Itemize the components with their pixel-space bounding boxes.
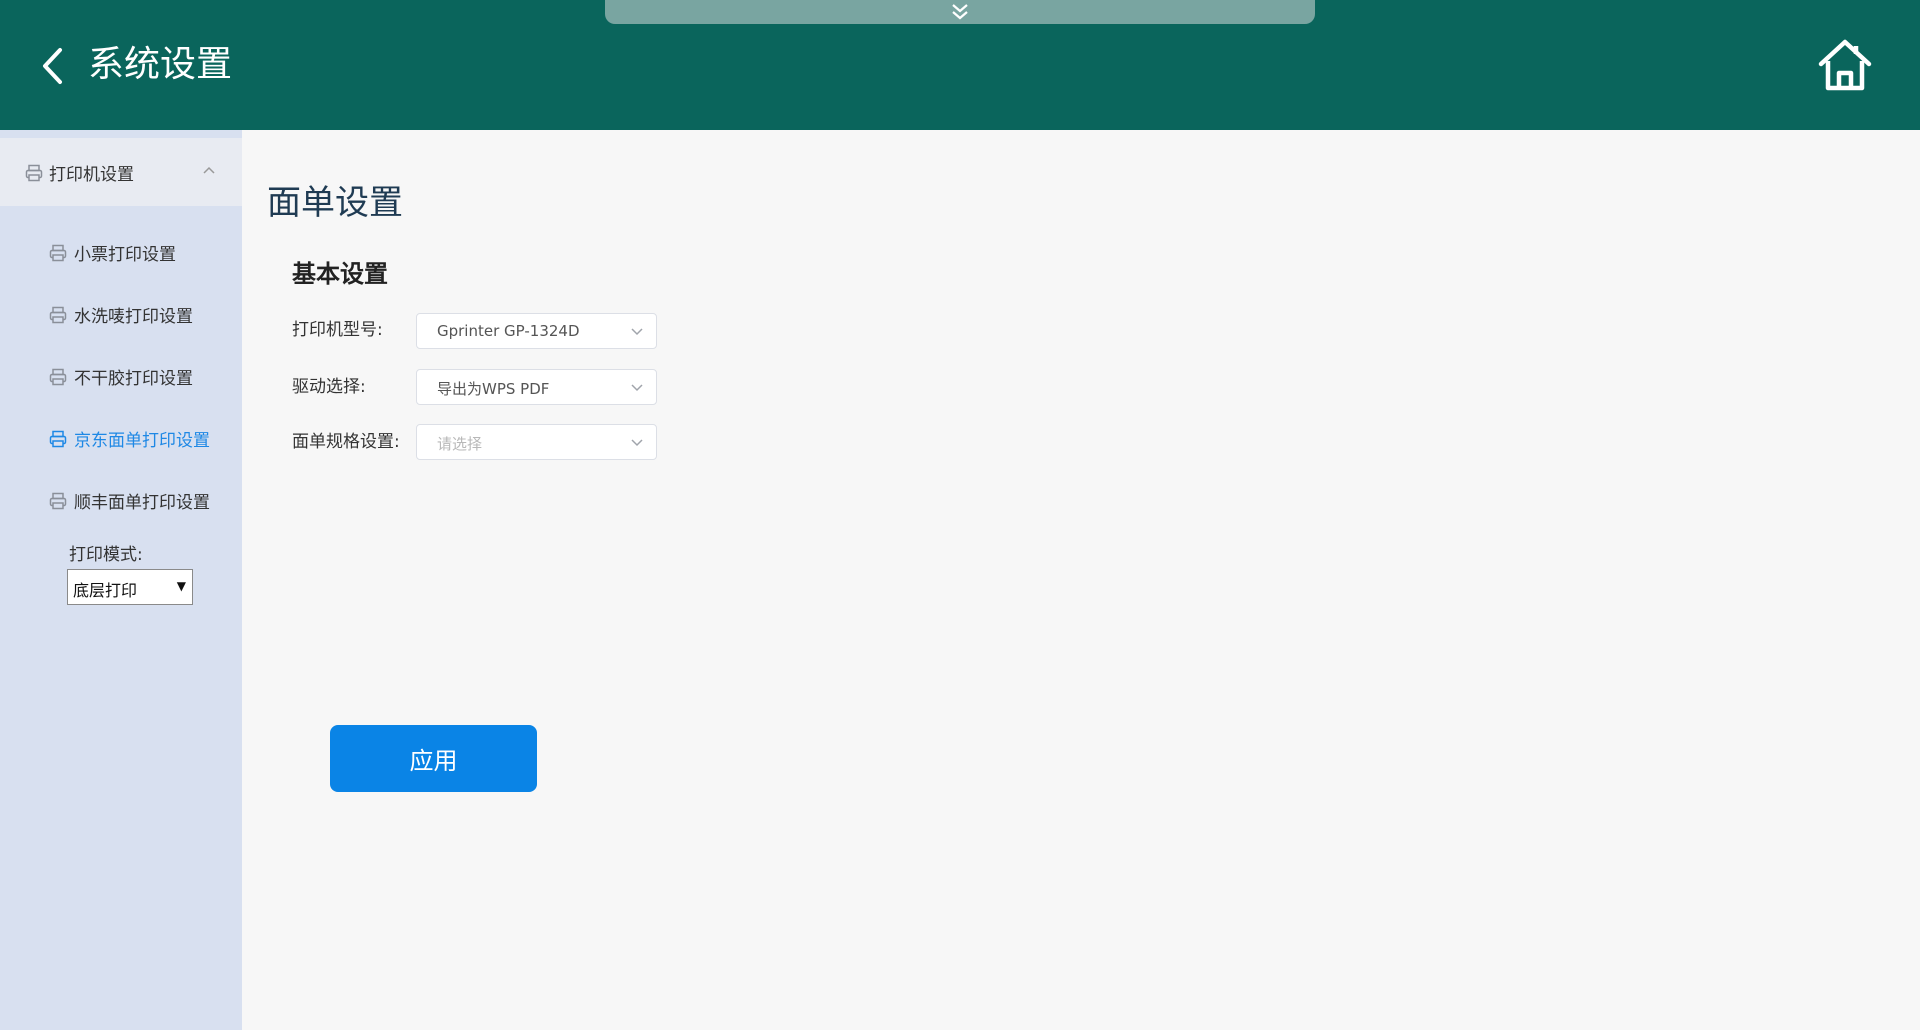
pull-down-tab[interactable] [605, 0, 1315, 24]
home-button[interactable] [1815, 36, 1875, 94]
printer-icon [49, 244, 67, 262]
sidebar-item-label: 不干胶打印设置 [74, 369, 193, 389]
print-mode-label: 打印模式: [69, 545, 143, 565]
sidebar-item-sticker-print[interactable]: 不干胶打印设置 [0, 351, 242, 401]
printer-icon [49, 368, 67, 386]
sidebar-item-wash-label-print[interactable]: 水洗唛打印设置 [0, 289, 242, 339]
chevron-down-icon [631, 328, 643, 336]
section-title: 基本设置 [292, 260, 388, 288]
printer-icon [49, 430, 67, 448]
chevron-down-icon [631, 384, 643, 392]
printer-model-label: 打印机型号: [292, 320, 383, 340]
sidebar-item-receipt-print[interactable]: 小票打印设置 [0, 227, 242, 277]
printer-icon [49, 492, 67, 510]
printer-icon [49, 306, 67, 324]
waybill-spec-placeholder: 请选择 [437, 435, 483, 453]
driver-select[interactable]: 导出为WPS PDF [416, 369, 657, 405]
waybill-spec-select[interactable]: 请选择 [416, 424, 657, 460]
home-icon [1818, 39, 1872, 91]
sidebar-group-printer-settings[interactable]: 打印机设置 [0, 138, 242, 206]
print-mode-value: 底层打印 [73, 581, 138, 600]
sidebar-item-label: 顺丰面单打印设置 [74, 493, 210, 513]
sidebar-item-label: 小票打印设置 [74, 245, 176, 265]
double-chevron-down-icon [952, 4, 968, 20]
apply-button[interactable]: 应用 [330, 725, 537, 792]
chevron-left-icon [43, 48, 62, 84]
page-title: 系统设置 [88, 44, 233, 85]
dropdown-arrow-icon: ▼ [176, 579, 186, 593]
printer-model-select[interactable]: Gprinter GP-1324D [416, 313, 657, 349]
print-mode-select[interactable]: 底层打印 ▼ [67, 569, 193, 605]
sidebar-item-jd-waybill-print[interactable]: 京东面单打印设置 [0, 413, 242, 463]
chevron-up-icon [203, 166, 215, 174]
back-button[interactable] [36, 44, 70, 88]
driver-value: 导出为WPS PDF [437, 380, 550, 398]
waybill-spec-label: 面单规格设置: [292, 432, 400, 452]
chevron-down-icon [631, 439, 643, 447]
sidebar-group-label: 打印机设置 [49, 165, 134, 185]
sidebar-item-sf-waybill-print[interactable]: 顺丰面单打印设置 [0, 475, 242, 525]
sidebar-item-label: 京东面单打印设置 [74, 431, 210, 451]
driver-select-label: 驱动选择: [292, 377, 366, 397]
sidebar: 打印机设置 小票打印设置 水洗唛打印设置 不干胶打印设置 京东面单打印设置 顺丰… [0, 130, 242, 1030]
sidebar-item-label: 水洗唛打印设置 [74, 307, 193, 327]
printer-icon [25, 164, 43, 182]
content-title: 面单设置 [267, 183, 403, 223]
top-header: 系统设置 [0, 0, 1920, 130]
printer-model-value: Gprinter GP-1324D [437, 322, 580, 340]
